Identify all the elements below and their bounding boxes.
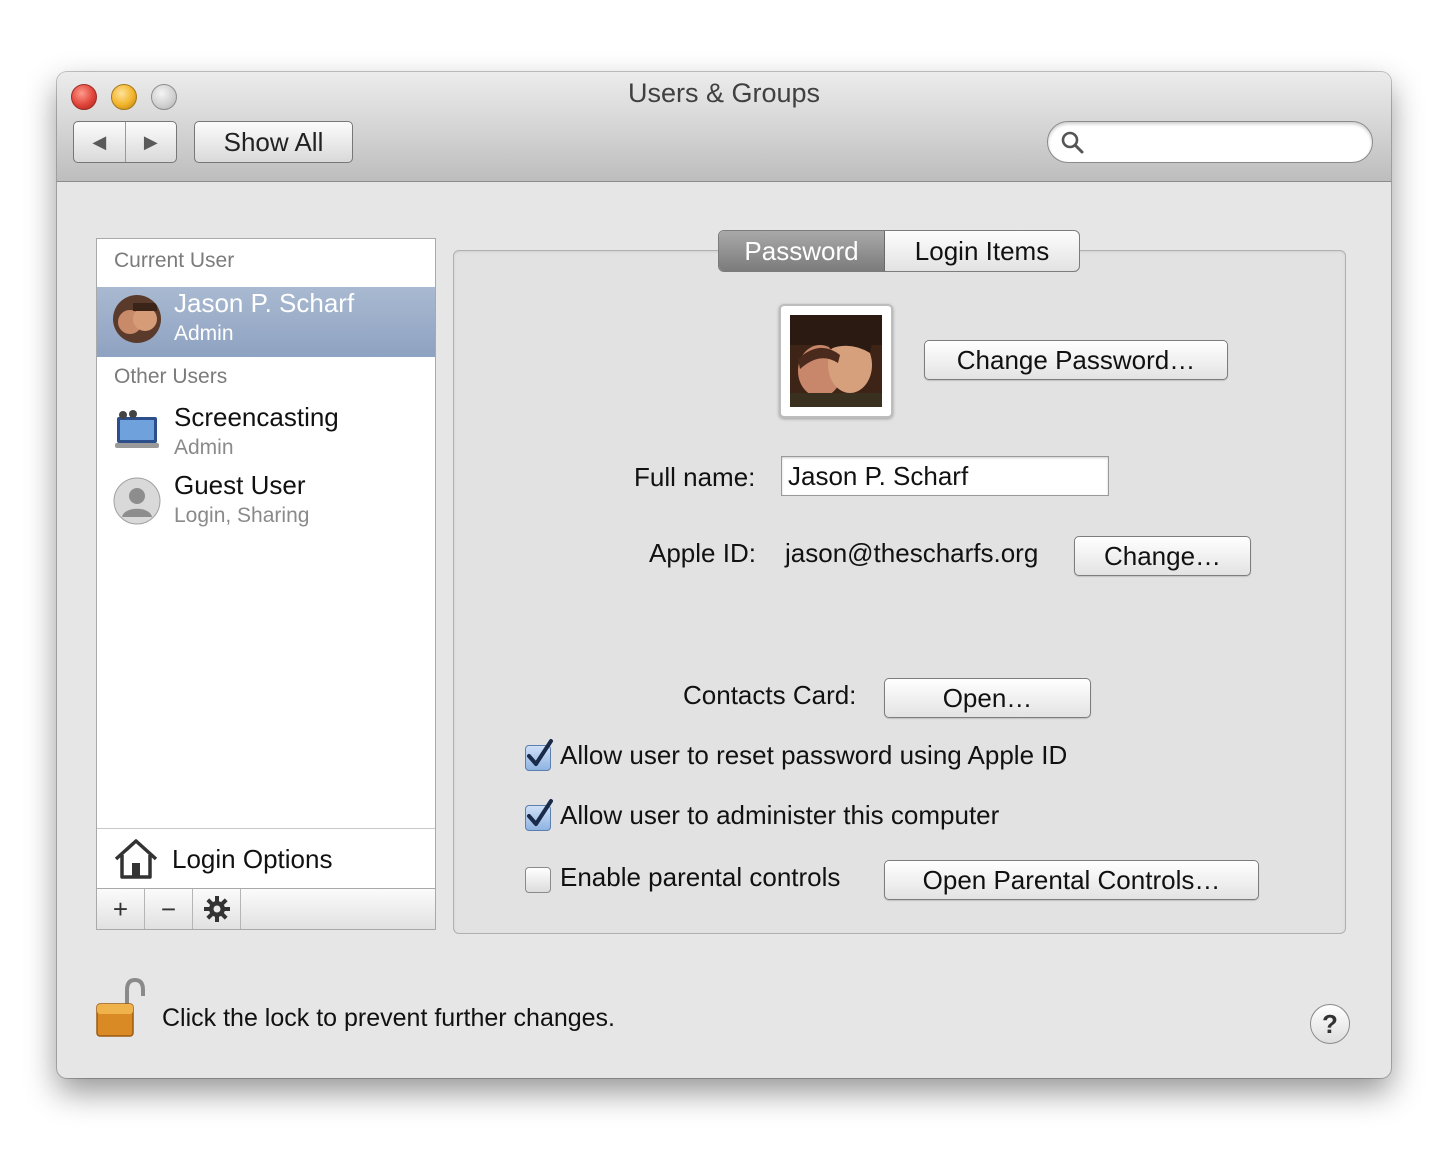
back-arrow-icon: ◀ bbox=[92, 131, 107, 152]
back-forward-control: ◀ ▶ bbox=[73, 121, 177, 163]
checkmark-icon bbox=[527, 799, 553, 826]
guest-user-icon bbox=[113, 477, 161, 525]
back-button[interactable]: ◀ bbox=[74, 122, 125, 162]
parental-controls-label[interactable]: Enable parental controls bbox=[560, 862, 840, 893]
show-all-button[interactable]: Show All bbox=[194, 121, 353, 163]
reset-password-checkbox[interactable] bbox=[525, 739, 553, 771]
user-row-guest[interactable]: Guest User Login, Sharing bbox=[97, 469, 435, 539]
full-name-label: Full name: bbox=[634, 462, 756, 492]
contacts-card-label: Contacts Card: bbox=[683, 680, 857, 710]
user-photo bbox=[113, 295, 161, 343]
administer-computer-label[interactable]: Allow user to administer this computer bbox=[560, 800, 999, 831]
unlocked-lock-icon[interactable] bbox=[95, 976, 149, 1040]
reset-password-label[interactable]: Allow user to reset password using Apple… bbox=[560, 740, 1067, 771]
action-menu-button[interactable] bbox=[193, 889, 241, 929]
administer-computer-checkbox[interactable] bbox=[525, 799, 553, 831]
user-picture-well[interactable] bbox=[779, 304, 893, 418]
title-bar: Users & Groups ◀ ▶ Show All bbox=[57, 72, 1391, 182]
user-row-screencasting[interactable]: Screencasting Admin bbox=[97, 401, 435, 471]
user-role: Login, Sharing bbox=[174, 504, 310, 527]
window-title: Users & Groups bbox=[627, 78, 821, 108]
remove-user-button[interactable]: − bbox=[145, 889, 193, 929]
other-users-header: Other Users bbox=[114, 365, 228, 388]
checkmark-icon bbox=[527, 739, 553, 766]
users-groups-window: Users & Groups ◀ ▶ Show All Current User bbox=[57, 72, 1391, 1078]
login-options-item[interactable]: Login Options bbox=[97, 828, 435, 889]
full-name-field[interactable] bbox=[781, 456, 1109, 496]
tab-password[interactable]: Password bbox=[719, 231, 885, 271]
change-apple-id-button[interactable]: Change… bbox=[1074, 536, 1251, 576]
user-name: Screencasting bbox=[174, 402, 339, 432]
user-list: Current User Jason P. Scharf Admin Other… bbox=[96, 238, 436, 930]
forward-arrow-icon: ▶ bbox=[143, 131, 158, 152]
lock-message: Click the lock to prevent further change… bbox=[162, 1004, 616, 1032]
login-options-label: Login Options bbox=[172, 844, 333, 874]
change-password-button[interactable]: Change Password… bbox=[924, 340, 1228, 380]
house-icon bbox=[114, 839, 158, 879]
gear-icon bbox=[203, 896, 230, 922]
user-role: Admin bbox=[174, 436, 234, 459]
user-photo bbox=[790, 315, 882, 407]
apple-id-value: jason@thescharfs.org bbox=[785, 538, 1039, 568]
user-name: Jason P. Scharf bbox=[174, 288, 355, 318]
parental-controls-checkbox[interactable] bbox=[525, 867, 551, 893]
forward-button[interactable]: ▶ bbox=[124, 122, 177, 162]
tab-bar: Password Login Items bbox=[718, 230, 1080, 272]
current-user-header: Current User bbox=[114, 249, 235, 272]
search-icon bbox=[1061, 131, 1084, 154]
apple-id-label: Apple ID: bbox=[649, 538, 756, 568]
tab-login-items[interactable]: Login Items bbox=[885, 231, 1079, 271]
search-input[interactable] bbox=[1092, 128, 1356, 158]
open-parental-controls-button[interactable]: Open Parental Controls… bbox=[884, 860, 1259, 900]
user-name: Guest User bbox=[174, 470, 306, 500]
screencasting-icon bbox=[113, 409, 161, 457]
user-role: Admin bbox=[174, 322, 234, 345]
user-list-toolbar: + − bbox=[97, 888, 435, 929]
help-button[interactable]: ? bbox=[1310, 1004, 1350, 1044]
user-row-jason[interactable]: Jason P. Scharf Admin bbox=[97, 287, 435, 357]
open-contacts-card-button[interactable]: Open… bbox=[884, 678, 1091, 718]
search-field[interactable] bbox=[1047, 121, 1373, 163]
add-user-button[interactable]: + bbox=[97, 889, 145, 929]
